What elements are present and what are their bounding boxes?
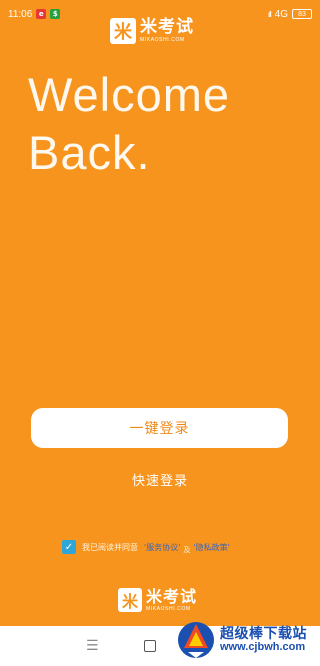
agreement-row: ✓ 我已阅读并同意 '服务协议' 及 '隐私政策' xyxy=(62,539,233,555)
signal-icon: ıll xyxy=(267,9,272,19)
logo-title: 米考试 xyxy=(140,17,194,37)
network-label: 4G xyxy=(274,8,288,20)
watermark-title: 超级棒下载站 xyxy=(220,625,307,642)
footer-logo-subtitle: MIKAOSHI.COM xyxy=(146,605,191,612)
status-right: ıll 4G 83 xyxy=(268,9,312,20)
browser-notification-icon: e xyxy=(36,9,47,19)
app-logo: 米 米考试 MIKAOSHI.COM xyxy=(110,18,194,44)
privacy-policy-link[interactable]: '隐私政策' xyxy=(193,542,229,553)
logo-mark-icon: 米 xyxy=(110,18,136,44)
menu-icon[interactable]: ☰ xyxy=(86,638,99,654)
logo-text: 米考试 MIKAOSHI.COM xyxy=(140,19,194,43)
welcome-line-2: Back. xyxy=(28,126,151,179)
payment-notification-icon: $ xyxy=(50,9,61,19)
footer-logo: 米 米考试 MIKAOSHI.COM xyxy=(118,588,197,612)
welcome-line-1: Welcome xyxy=(28,68,231,121)
watermark-logo-icon xyxy=(176,618,216,662)
footer-logo-title: 米考试 xyxy=(146,586,198,606)
agreement-and-text: 及 xyxy=(183,546,191,554)
status-left: 11:06 e $ xyxy=(8,8,61,20)
agreement-text: 我已阅读并同意 xyxy=(82,542,138,552)
watermark-url: www.cjbwh.com xyxy=(220,640,306,653)
one-click-login-button[interactable]: 一键登录 xyxy=(31,408,288,448)
logo-subtitle: MIKAOSHI.COM xyxy=(140,37,185,43)
footer-logo-text: 米考试 MIKAOSHI.COM xyxy=(146,586,198,612)
watermark-text: 超级棒下载站 www.cjbwh.com xyxy=(220,627,307,653)
welcome-heading: Welcome Back. xyxy=(28,66,230,182)
footer-logo-mark-icon: 米 xyxy=(118,588,142,612)
service-agreement-link[interactable]: '服务协议' xyxy=(144,542,180,553)
watermark: 超级棒下载站 www.cjbwh.com xyxy=(176,618,307,662)
agreement-checkbox[interactable]: ✓ xyxy=(62,540,76,554)
battery-icon: 83 xyxy=(292,9,312,19)
quick-login-link[interactable]: 快速登录 xyxy=(110,468,210,490)
status-time: 11:06 xyxy=(8,8,33,20)
battery-level: 83 xyxy=(298,10,306,18)
home-icon[interactable] xyxy=(144,640,157,652)
